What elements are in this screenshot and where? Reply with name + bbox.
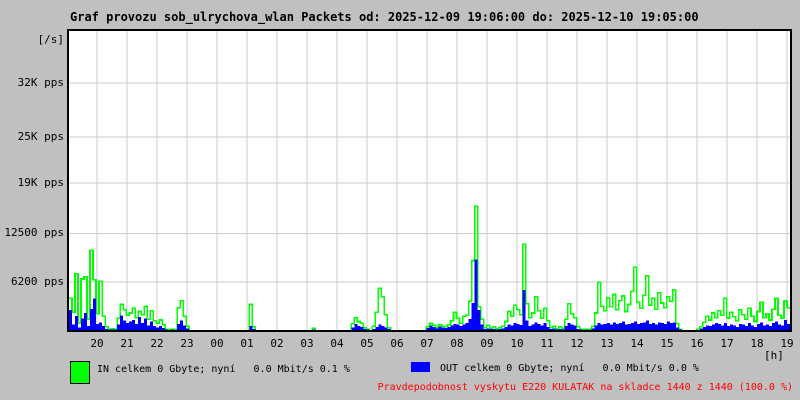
series-in-line <box>69 205 790 330</box>
x-axis-tick-label: 06 <box>390 337 404 350</box>
plot-area <box>67 29 792 332</box>
x-axis-tick-label: 10 <box>510 337 524 350</box>
traffic-graph-window: Graf provozu sob_ulrychova_wlan Packets … <box>0 0 800 400</box>
x-axis-tick-label: 22 <box>150 337 164 350</box>
x-axis-tick-label: 14 <box>630 337 644 350</box>
y-axis-tick-label: 19K pps <box>17 176 64 190</box>
x-axis-tick-label: 00 <box>210 337 224 350</box>
traffic-chart <box>69 31 790 330</box>
x-axis-tick-label: 23 <box>180 337 194 350</box>
legend-out-label: OUT celkem 0 Gbyte; nyní 0.0 Mbit/s 0.0 … <box>440 363 699 374</box>
x-axis-tick-label: 16 <box>690 337 704 350</box>
legend-in-swatch <box>70 361 90 384</box>
x-axis-tick-label: 13 <box>600 337 614 350</box>
x-axis-tick-label: 07 <box>420 337 434 350</box>
y-axis-unit-label: [/s] <box>37 33 65 46</box>
x-axis-tick-label: 12 <box>570 337 584 350</box>
x-axis-tick-label: 01 <box>240 337 254 350</box>
page-title: Graf provozu sob_ulrychova_wlan Packets … <box>70 10 699 24</box>
x-axis-tick-label: 17 <box>720 337 734 350</box>
x-axis-tick-label: 02 <box>270 337 284 350</box>
legend-out-swatch <box>411 362 430 372</box>
y-axis-tick-label: 25K pps <box>17 129 64 143</box>
probability-footer-text: Pravdepodobnost vyskytu E220 KULATAK na … <box>377 382 793 393</box>
x-axis-unit-label: [h] <box>764 349 784 362</box>
x-axis-tick-label: 21 <box>120 337 134 350</box>
x-axis-tick-label: 05 <box>360 337 374 350</box>
x-axis-tick-label: 03 <box>300 337 314 350</box>
y-axis-tick-label: 6200 pps <box>11 275 64 289</box>
x-axis-tick-label: 04 <box>330 337 344 350</box>
x-axis-tick-label: 20 <box>90 337 104 350</box>
y-axis-tick-label: 12500 pps <box>4 226 64 240</box>
x-axis-tick-label: 09 <box>480 337 494 350</box>
x-axis-tick-label: 11 <box>540 337 554 350</box>
y-axis-tick-label: 32K pps <box>17 75 64 89</box>
x-axis-tick-label: 15 <box>660 337 674 350</box>
legend-in-label: IN celkem 0 Gbyte; nyní 0.0 Mbit/s 0.1 % <box>97 364 350 375</box>
x-axis-tick-label: 08 <box>450 337 464 350</box>
